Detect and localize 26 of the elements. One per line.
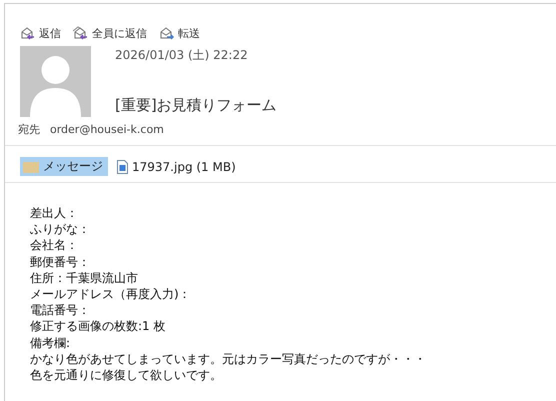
body-text-line: 電話番号：	[30, 302, 91, 318]
body-text-line: 色を元通りに修復して欲しいです。	[30, 367, 223, 384]
body-text-line: 差出人：	[30, 205, 79, 222]
body-text-line: 備考欄:	[30, 334, 72, 351]
forward-icon	[159, 26, 175, 40]
folder-icon	[23, 160, 39, 172]
reply-all-icon	[73, 26, 89, 40]
body-text-line: かなり色があせてしまっています。元はカラー写真だったのですが・・・	[30, 350, 427, 368]
forward-button[interactable]: 転送	[159, 26, 200, 40]
body-text-line: メールアドレス（再度入力)：	[30, 286, 192, 302]
recipient-address: order@housei-k.com	[50, 123, 164, 136]
body-text-line: 郵便番号：	[30, 254, 91, 270]
image-file-icon	[117, 160, 128, 174]
reply-icon	[20, 26, 36, 40]
body-text-line: ふりがな：	[30, 221, 91, 238]
avatar-icon	[20, 46, 91, 117]
reply-all-button[interactable]: 全員に返信	[73, 26, 147, 40]
body-text-line: 修正する画像の枚数:1 枚	[30, 318, 166, 335]
subject: [重要]お見積りフォーム	[115, 96, 278, 115]
message-tab[interactable]: メッセージ	[20, 157, 108, 176]
attachment-tab[interactable]: 17937.jpg (1 MB)	[114, 157, 240, 176]
body-text-line: 会社名：	[30, 237, 79, 254]
to-label: 宛先	[18, 122, 40, 137]
body-text-line: 住所：千葉県流山市	[30, 270, 139, 286]
reply-button[interactable]: 返信	[20, 26, 61, 40]
sent-date: 2026/01/03 (土) 22:22	[115, 47, 249, 64]
